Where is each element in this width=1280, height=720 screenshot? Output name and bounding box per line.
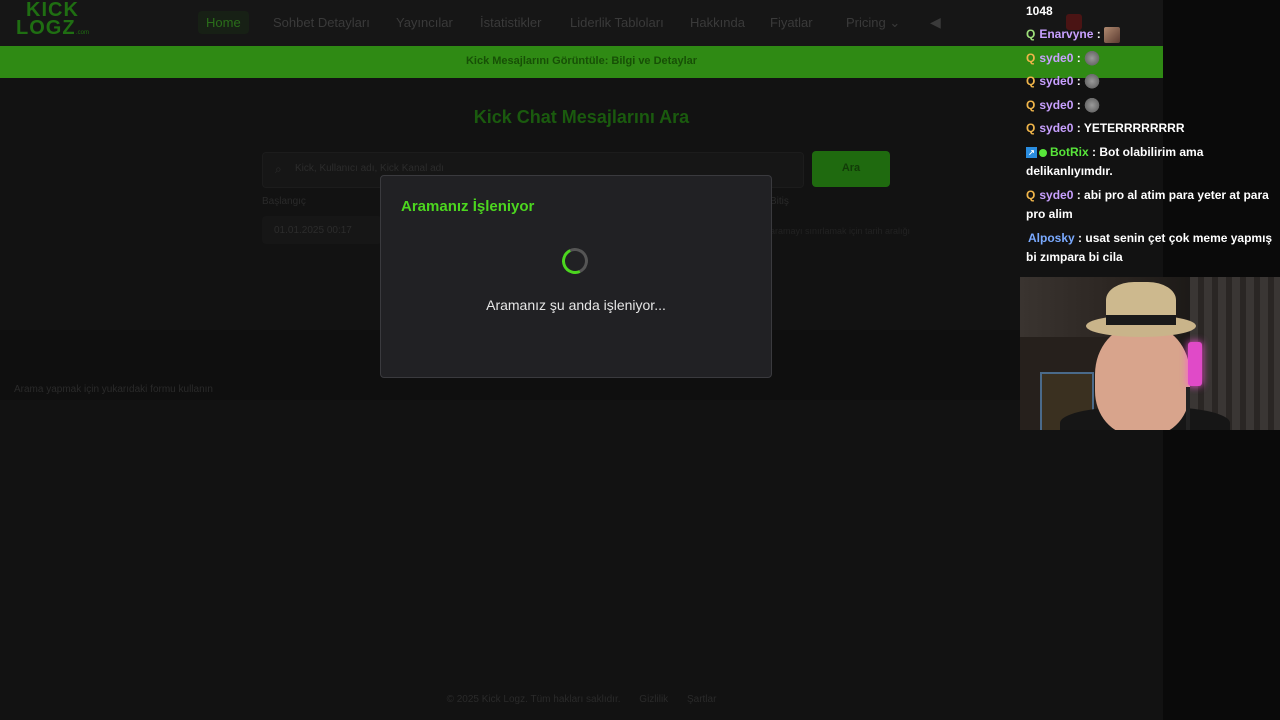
footer-copyright: © 2025 Kick Logz. Tüm hakları saklıdır. [446, 694, 621, 705]
search-icon: ⌕ [275, 162, 282, 176]
top-navbar: KICK LOGZ .com Home Sohbet Detayları Yay… [0, 0, 1163, 46]
footer-terms-link[interactable]: Şartlar [687, 694, 716, 705]
start-date-label: Başlangıç [262, 196, 306, 207]
emote-icon [1084, 97, 1101, 114]
viewer-count: 1048 [1026, 4, 1053, 18]
chat-message: Qsyde0 : [1026, 72, 1276, 91]
megaphone-icon[interactable]: ◀ [930, 14, 950, 32]
search-placeholder: Kick, Kullanıcı adı, Kick Kanal adı [295, 163, 444, 174]
logo-suffix: .com [76, 30, 90, 36]
footer: © 2025 Kick Logz. Tüm hakları saklıdır. … [0, 694, 1163, 705]
chevron-down-icon: ⌄ [889, 15, 901, 30]
q-badge-icon: Q [1026, 27, 1036, 41]
nav-home[interactable]: Home [198, 11, 249, 34]
chat-username: Alposky [1028, 231, 1075, 245]
chat-username: syde0 [1039, 188, 1074, 202]
announcement-banner[interactable]: Kick Mesajlarını Görüntüle: Bilgi ve Det… [0, 46, 1163, 78]
search-button-label: Ara [841, 162, 861, 174]
processing-modal: Aramanız İşleniyor Aramanız şu anda işle… [380, 175, 772, 378]
footer-privacy-link[interactable]: Gizlilik [639, 694, 668, 705]
chat-username: syde0 [1039, 51, 1074, 65]
search-button[interactable]: Ara [812, 151, 890, 187]
nav-prices[interactable]: Fiyatlar [770, 15, 813, 30]
chat-username: syde0 [1039, 74, 1074, 88]
webcam-pink-light [1188, 342, 1202, 386]
q-badge-icon: Q [1026, 98, 1036, 112]
loading-spinner-icon [558, 244, 592, 278]
logo-line2: LOGZ [16, 17, 76, 39]
chat-message: Alposky : usat senin çet çok meme yapmış… [1026, 231, 1273, 264]
nav-streamers[interactable]: Yayıncılar [396, 15, 453, 30]
chat-message: ↗ BotRix : Bot olabilirim ama delikanlıyı… [1026, 145, 1204, 178]
emote-icon [1104, 26, 1121, 43]
q-badge-icon: Q [1026, 188, 1036, 202]
chat-message: Qsyde0 : YETERRRRRRRR [1026, 121, 1185, 135]
nav-leaderboards[interactable]: Liderlik Tabloları [570, 15, 664, 30]
date-hint: aramayı sınırlamak için tarih aralığı [770, 226, 911, 236]
chat-username: BotRix [1050, 145, 1089, 159]
banner-text: Kick Mesajlarını Görüntüle: Bilgi ve Det… [465, 55, 698, 67]
site-logo[interactable]: KICK LOGZ .com [16, 0, 96, 40]
webcam-feed [1020, 277, 1280, 430]
chat-message: Qsyde0 : [1026, 96, 1276, 115]
emote-icon [1084, 73, 1101, 90]
webcam-face [1095, 325, 1190, 430]
webcam-curtain [1190, 277, 1280, 430]
q-badge-icon: Q [1026, 51, 1036, 65]
chat-message: Q Enarvyne : [1026, 25, 1276, 44]
start-date-field[interactable]: 01.01.2025 00:17 [262, 216, 382, 244]
nav-chat-details[interactable]: Sohbet Detayları [273, 15, 370, 30]
chat-text: YETERRRRRRRR [1083, 121, 1185, 135]
page-title: Kick Chat Mesajlarını Ara [473, 107, 690, 127]
modal-title: Aramanız İşleniyor [401, 198, 535, 215]
emote-icon [1084, 50, 1101, 67]
nav-about[interactable]: Hakkında [690, 15, 745, 30]
chat-username: syde0 [1039, 121, 1074, 135]
nav-pricing[interactable]: Pricing ⌄ [846, 15, 900, 31]
bot-badge-icon: ↗ [1026, 147, 1037, 159]
modal-message: Aramanız şu anda işleniyor... [486, 297, 666, 313]
nav-pricing-label: Pricing [846, 15, 886, 30]
nav-statistics[interactable]: İstatistikler [480, 15, 541, 30]
chat-username: syde0 [1039, 98, 1074, 112]
webcam-mic-stand [1186, 387, 1190, 430]
q-badge-icon: Q [1026, 74, 1036, 88]
start-date-value: 01.01.2025 00:17 [274, 225, 352, 236]
end-date-label: Bitiş [770, 196, 789, 207]
verified-icon [1039, 148, 1047, 157]
chat-username: Enarvyne [1039, 27, 1094, 41]
chat-message: Qsyde0 : [1026, 49, 1276, 68]
q-badge-icon: Q [1026, 121, 1036, 135]
chat-message: Qsyde0 : abi pro al atim para yeter at p… [1026, 188, 1269, 221]
info-note: Arama yapmak için yukarıdaki formu kulla… [14, 384, 213, 395]
webcam-hat-band [1106, 315, 1176, 325]
